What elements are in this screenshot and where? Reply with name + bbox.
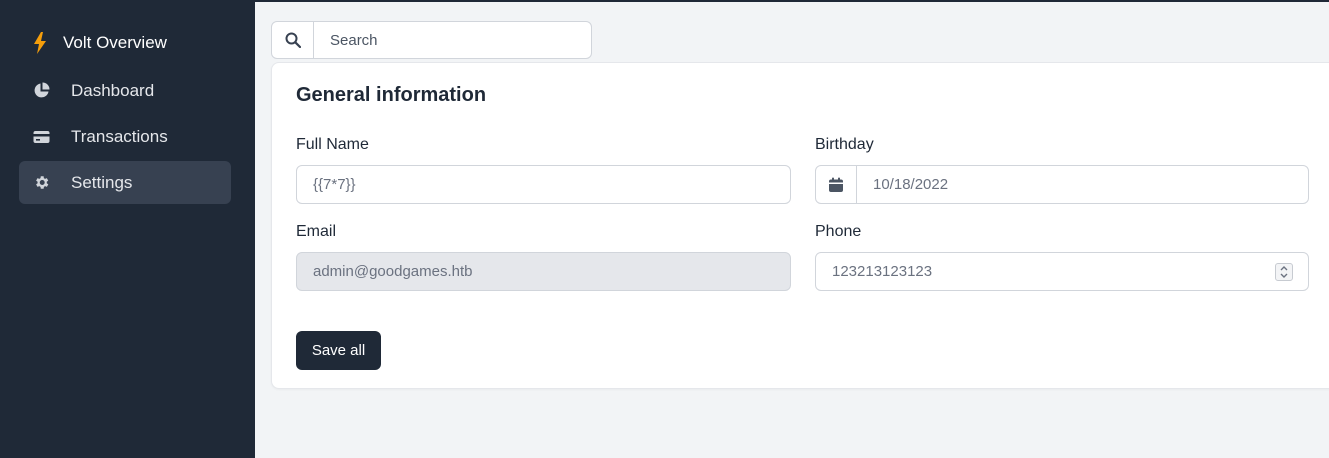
sidebar-item-label: Transactions [71,126,168,146]
gear-icon [32,174,50,192]
phone-field[interactable]: 123213123123 [815,252,1309,291]
sidebar-item-label: Dashboard [71,80,155,100]
phone-value: 123213123123 [832,263,933,280]
chevron-up-down-icon [1280,266,1288,278]
card-title: General information [296,84,487,106]
full-name-label: Full Name [296,136,369,153]
full-name-field[interactable]: {{7*7}} [296,165,791,204]
search-box [271,21,592,59]
sidebar-item-label: Settings [71,172,133,192]
brand-title: Volt Overview [63,33,167,52]
lightning-icon [34,32,46,54]
sidebar-item-settings[interactable]: Settings [19,161,231,204]
email-field: admin@goodgames.htb [296,252,791,291]
full-name-value: {{7*7}} [313,176,356,193]
birthday-value: 10/18/2022 [873,176,949,193]
sidebar-item-dashboard[interactable]: Dashboard [19,69,231,112]
email-label: Email [296,223,337,240]
birthday-field[interactable]: 10/18/2022 [815,165,1309,204]
search-icon[interactable] [272,22,314,58]
sidebar: Volt Overview Dashboard Transactions Set… [0,0,255,458]
number-stepper[interactable] [1275,263,1293,281]
sidebar-item-transactions[interactable]: Transactions [19,115,231,158]
phone-label: Phone [815,223,862,240]
pie-chart-icon [32,82,50,100]
brand-link[interactable]: Volt Overview [32,30,167,56]
calendar-icon[interactable] [816,166,857,203]
search-input[interactable] [314,22,591,58]
general-information-card: General information Full Name {{7*7}} Bi… [271,62,1329,389]
top-border [0,0,1329,2]
email-value: admin@goodgames.htb [313,263,473,280]
credit-card-icon [32,128,50,146]
save-all-button[interactable]: Save all [296,331,381,370]
birthday-label: Birthday [815,136,874,153]
